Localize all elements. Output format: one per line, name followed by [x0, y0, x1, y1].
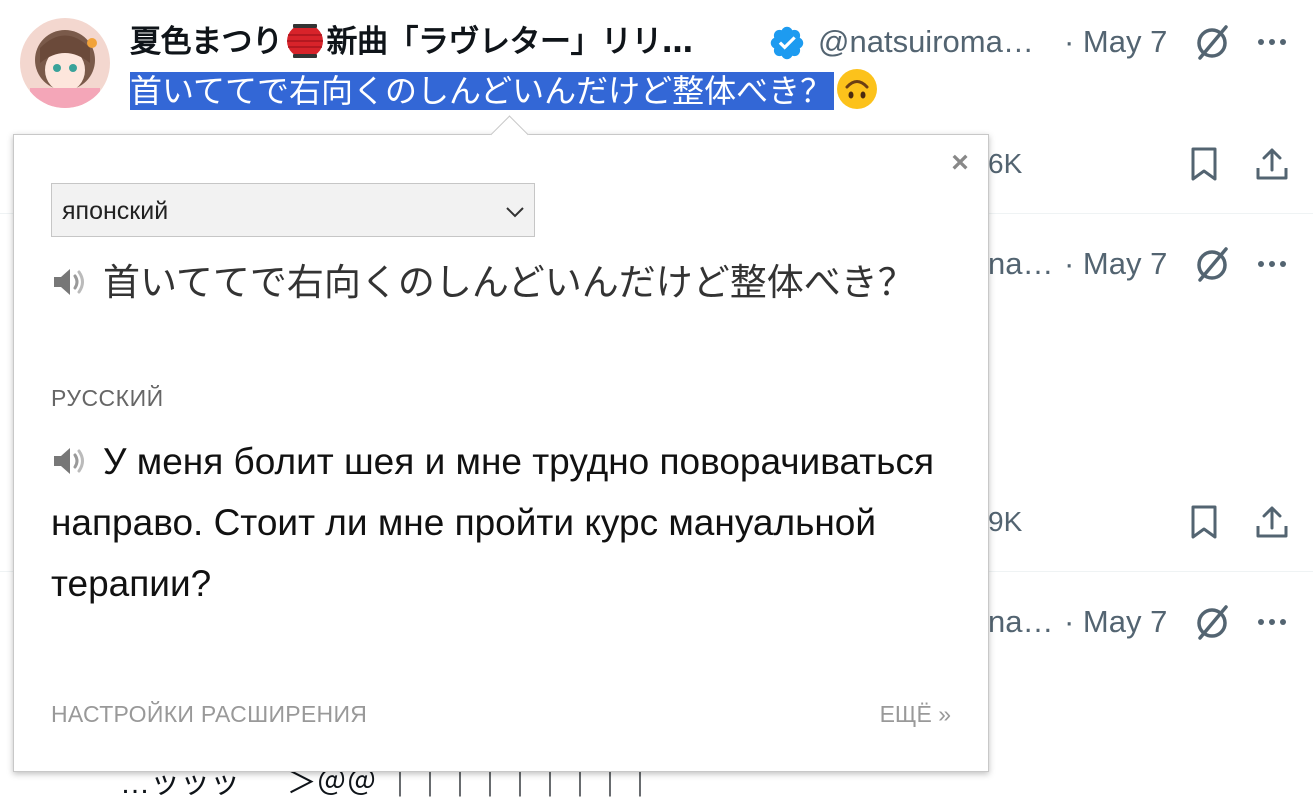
target-language-label: РУССКИЙ: [51, 385, 164, 411]
more-link[interactable]: ЕЩЁ »: [880, 701, 951, 728]
handle-partial[interactable]: na…: [988, 600, 1053, 644]
source-text: 首いててで右向くのしんどいんだけど整体べき？: [51, 253, 931, 313]
chevron-down-icon: [506, 207, 524, 218]
translated-text: У меня болит шея и мне трудно поворачива…: [51, 431, 951, 614]
more-icon[interactable]: [1254, 604, 1290, 640]
avatar[interactable]: [20, 18, 110, 108]
extension-settings-link[interactable]: НАСТРОЙКИ РАСШИРЕНИЯ: [51, 701, 367, 728]
bookmark-icon[interactable]: [1186, 146, 1222, 182]
tweet-text[interactable]: 首いててで右向くのしんどいんだけど整体べき？: [130, 68, 878, 114]
tweet-date[interactable]: · May 7: [1064, 242, 1167, 286]
more-icon[interactable]: [1254, 24, 1290, 60]
more-icon[interactable]: [1254, 246, 1290, 282]
selected-text[interactable]: 首いててで右向くのしんどいんだけど整体べき？: [130, 72, 835, 110]
speaker-icon[interactable]: [51, 257, 89, 295]
grok-icon[interactable]: [1192, 22, 1232, 62]
grok-icon[interactable]: [1192, 244, 1232, 284]
handle-partial[interactable]: na…: [988, 242, 1053, 286]
tweet-date[interactable]: · May 7: [1064, 20, 1167, 64]
translation-popup: × японский 首いててで右向くのしんどいんだけど整体べき？ РУССКИ…: [13, 115, 989, 772]
source-language-select[interactable]: японский: [51, 183, 535, 237]
upside-down-face-emoji-icon: [836, 68, 878, 110]
display-name[interactable]: 夏色まつり 新曲「ラヴレター」リリ…: [130, 20, 693, 64]
speaker-icon[interactable]: [51, 435, 89, 474]
views-count[interactable]: 9K: [988, 506, 1022, 538]
bookmark-icon[interactable]: [1186, 504, 1222, 540]
source-language-value: японский: [62, 197, 169, 225]
verified-badge-icon: [770, 26, 804, 60]
tweet-date[interactable]: · May 7: [1064, 600, 1167, 644]
handle[interactable]: @natsuiroma…: [818, 20, 1034, 64]
share-icon[interactable]: [1254, 146, 1290, 182]
lantern-emoji-icon: [285, 23, 325, 59]
share-icon[interactable]: [1254, 504, 1290, 540]
close-icon[interactable]: ×: [947, 148, 973, 178]
grok-icon[interactable]: [1192, 602, 1232, 642]
views-count[interactable]: 6K: [988, 148, 1022, 180]
